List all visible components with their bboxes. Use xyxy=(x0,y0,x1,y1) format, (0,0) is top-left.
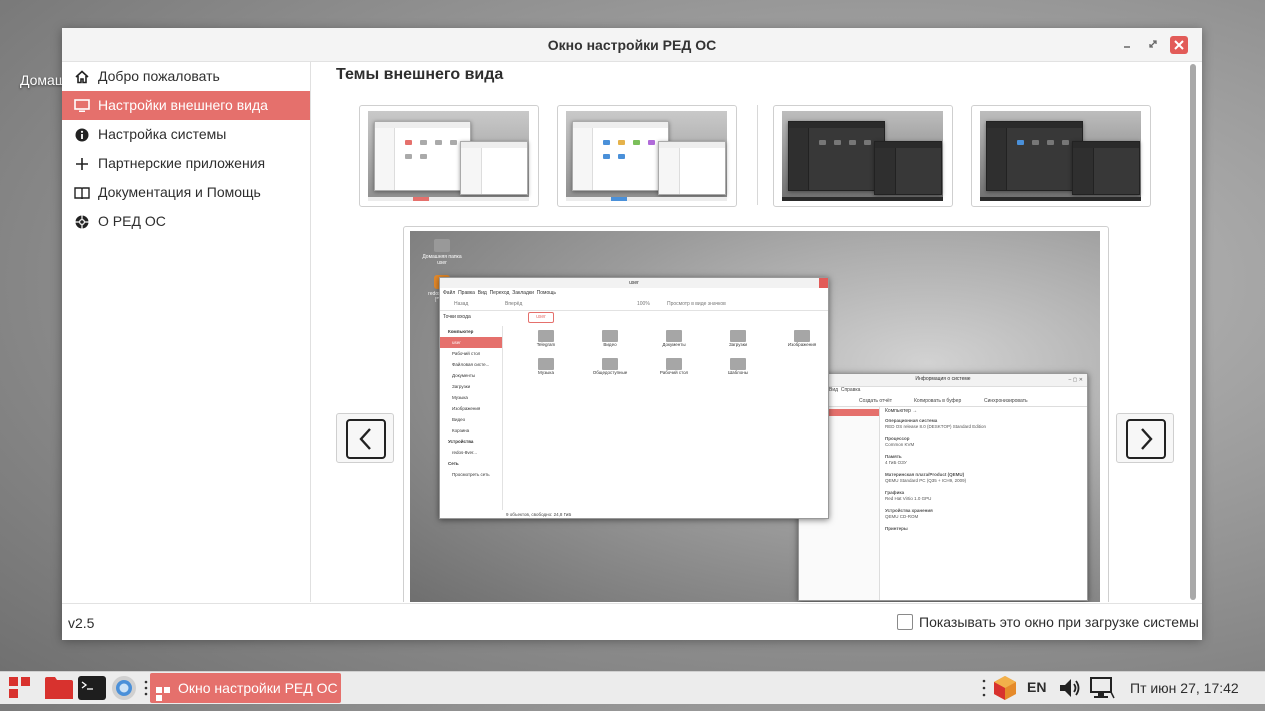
main-content: Темы внешнего вида Домашняя папка user И… xyxy=(311,62,1191,602)
theme-preview-image xyxy=(368,111,529,201)
network-icon[interactable] xyxy=(1089,676,1115,702)
drag-handle-icon xyxy=(143,680,149,706)
book-icon xyxy=(74,178,90,207)
sidebar-item-docs[interactable]: Документация и Помощь xyxy=(62,178,310,207)
page-title: Темы внешнего вида xyxy=(336,66,504,83)
clock[interactable]: Пт июн 27, 17:42 xyxy=(1130,680,1239,696)
theme-thumbnail-light-1[interactable] xyxy=(359,105,539,207)
file-manager-icon[interactable] xyxy=(44,675,74,701)
settings-window: Окно настройки РЕД ОС Добро пожаловать Н… xyxy=(62,28,1202,640)
chevron-right-icon xyxy=(1126,419,1166,459)
theme-preview-image xyxy=(566,111,727,201)
chevron-left-icon xyxy=(346,419,386,459)
home-icon xyxy=(74,62,90,91)
window-title: Окно настройки РЕД ОС xyxy=(547,37,717,53)
checkbox-label: Показывать это окно при загрузке системы xyxy=(919,614,1199,630)
theme-separator xyxy=(757,105,758,205)
sidebar-item-system[interactable]: Настройка системы xyxy=(62,120,310,149)
terminal-icon[interactable] xyxy=(77,675,107,701)
version-label: v2.5 xyxy=(68,615,95,631)
monitor-icon xyxy=(74,91,90,120)
theme-thumbnail-dark-2[interactable] xyxy=(971,105,1151,207)
next-button[interactable] xyxy=(1116,413,1174,463)
lifebuoy-icon xyxy=(74,207,90,236)
preview-desktop-icon: Домашняя папка user xyxy=(422,239,462,266)
sidebar-item-label: Партнерские приложения xyxy=(98,155,266,171)
sidebar-item-label: Настройка системы xyxy=(98,126,227,142)
keyboard-layout-indicator[interactable]: EN xyxy=(1027,679,1046,695)
maximize-icon[interactable] xyxy=(1144,36,1162,54)
sidebar-item-label: О РЕД ОС xyxy=(98,213,166,229)
sidebar-item-label: Документация и Помощь xyxy=(98,184,261,200)
theme-preview: Домашняя папка user redos-8ver... (*VC..… xyxy=(410,231,1100,602)
theme-preview-image xyxy=(782,111,943,201)
taskbar-window-button[interactable]: Окно настройки РЕД ОС xyxy=(150,673,341,703)
close-icon[interactable] xyxy=(1170,36,1188,54)
theme-thumbnail-light-2[interactable] xyxy=(557,105,737,207)
previous-button[interactable] xyxy=(336,413,394,463)
info-icon xyxy=(74,120,90,149)
browser-icon[interactable] xyxy=(110,675,138,701)
sidebar-item-partners[interactable]: Партнерские приложения xyxy=(62,149,310,178)
tray-drag-handle-icon xyxy=(981,679,987,705)
preview-file-manager: user Файл Правка Вид Переход Закладки По… xyxy=(439,277,829,519)
checkbox-box[interactable] xyxy=(897,614,913,630)
update-notifier-icon[interactable] xyxy=(992,675,1018,701)
minimize-icon[interactable] xyxy=(1118,36,1136,54)
volume-icon[interactable] xyxy=(1058,676,1082,702)
preview-sysinfo-window: Информация о системе – ▢ ✕ Вид Справка С… xyxy=(798,373,1088,601)
theme-preview-image xyxy=(980,111,1141,201)
app-menu-icon[interactable] xyxy=(8,676,32,702)
desktop-home-label[interactable]: Домаш xyxy=(20,72,66,88)
taskbar-window-label: Окно настройки РЕД ОС xyxy=(178,680,338,696)
preview-sysinfo-details: Операционная система RED OS release 8.0 (… xyxy=(885,418,986,531)
sidebar: Добро пожаловать Настройки внешнего вида… xyxy=(62,62,311,602)
plus-icon xyxy=(74,149,90,178)
show-on-startup-checkbox[interactable]: Показывать это окно при загрузке системы xyxy=(897,614,1199,630)
theme-preview-frame: Домашняя папка user redos-8ver... (*VC..… xyxy=(403,226,1109,602)
sidebar-item-welcome[interactable]: Добро пожаловать xyxy=(62,62,310,91)
footer: v2.5 Показывать это окно при загрузке си… xyxy=(62,603,1202,640)
app-logo-icon xyxy=(156,681,170,711)
sidebar-item-label: Настройки внешнего вида xyxy=(98,97,268,113)
theme-thumbnail-dark-1[interactable] xyxy=(773,105,953,207)
titlebar[interactable]: Окно настройки РЕД ОС xyxy=(62,28,1202,62)
vertical-scrollbar[interactable] xyxy=(1190,64,1196,604)
sidebar-item-label: Добро пожаловать xyxy=(98,68,220,84)
sidebar-item-appearance[interactable]: Настройки внешнего вида xyxy=(62,91,310,120)
scrollbar-thumb[interactable] xyxy=(1190,64,1196,600)
taskbar: Окно настройки РЕД ОС EN Пт июн 27, 17:4… xyxy=(0,671,1265,704)
sidebar-item-about[interactable]: О РЕД ОС xyxy=(62,207,310,236)
